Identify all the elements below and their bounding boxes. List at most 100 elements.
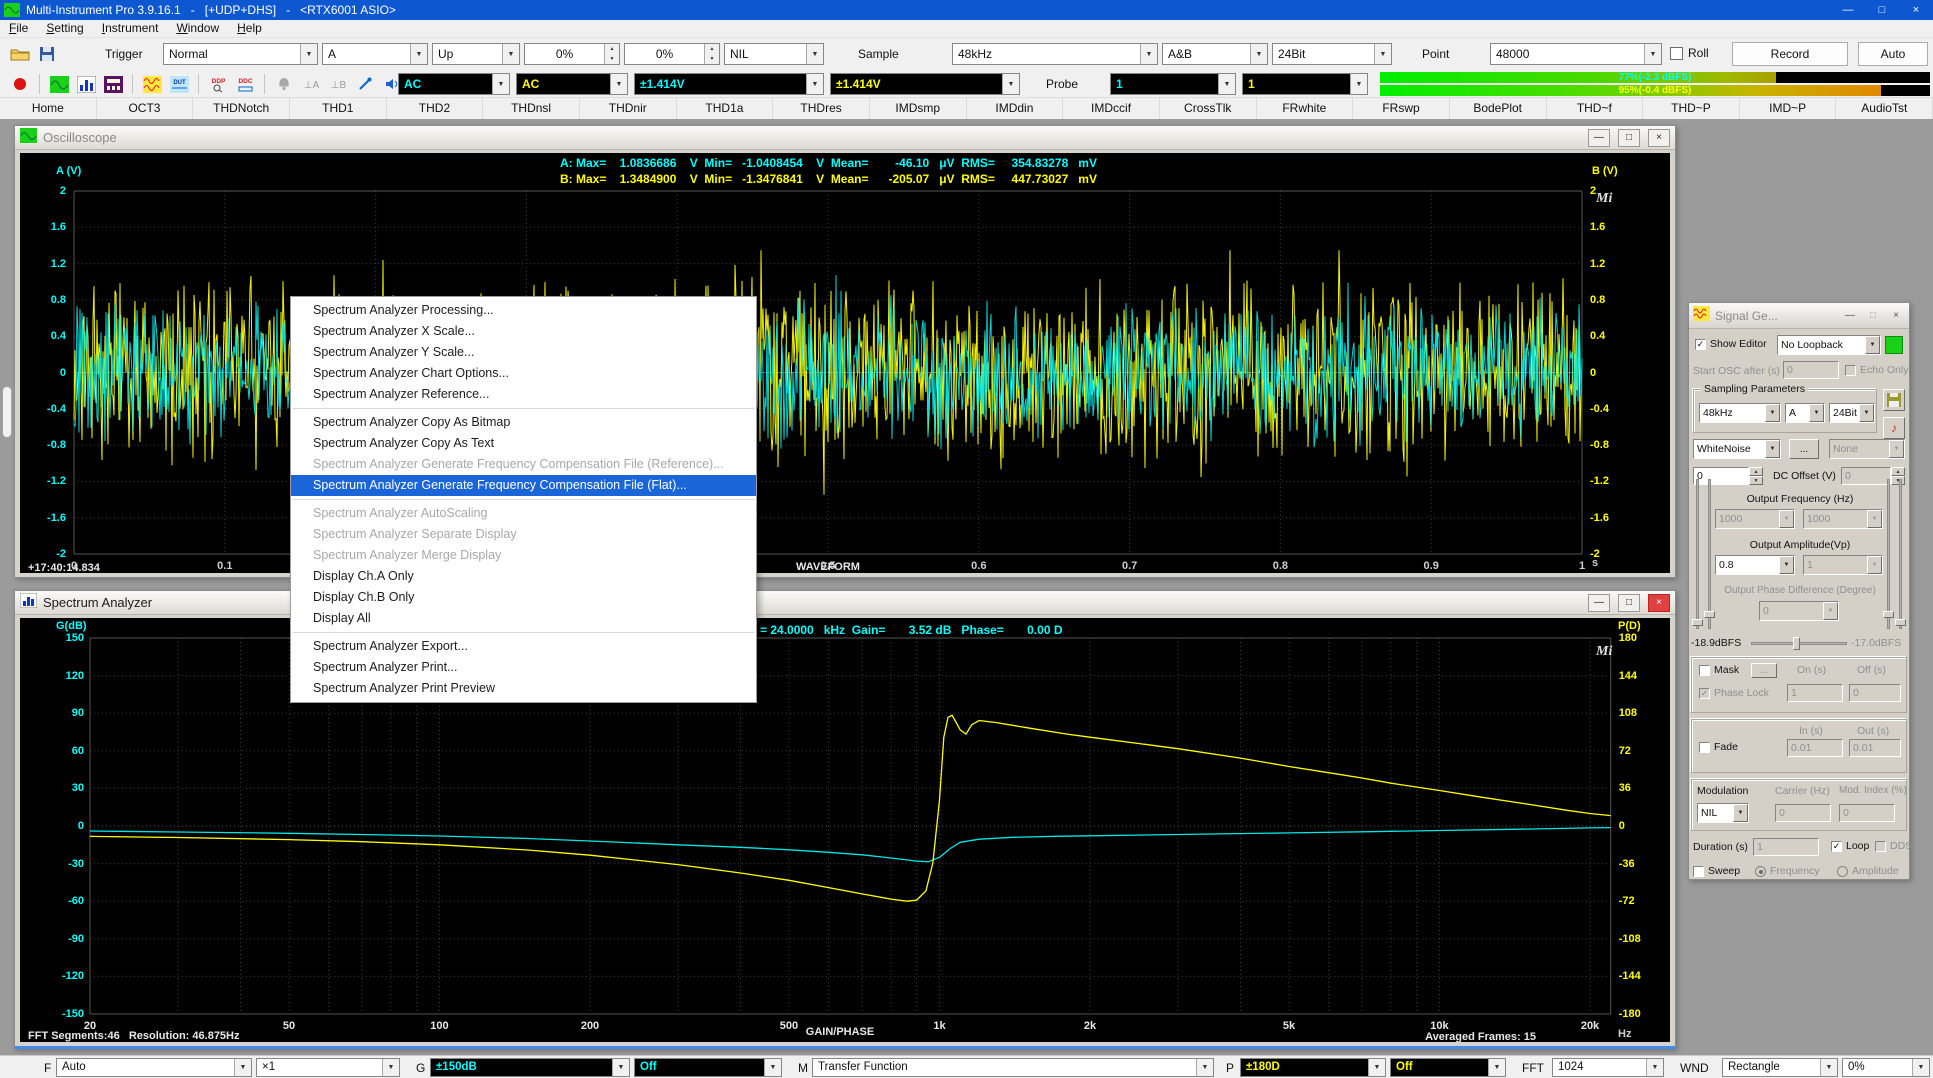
signal-generator-icon[interactable] — [140, 73, 164, 95]
oscilloscope-titlebar[interactable]: Oscilloscope — □ × — [15, 126, 1675, 150]
minimize-icon[interactable]: — — [1841, 308, 1859, 324]
close-icon[interactable]: × — [1887, 308, 1905, 324]
trigger-mode-select[interactable]: Normal▼ — [163, 43, 318, 65]
maximize-icon[interactable]: □ — [1864, 308, 1882, 324]
slider-handle[interactable] — [1704, 611, 1715, 618]
scrollbar-handle[interactable] — [2, 386, 12, 438]
close-icon[interactable]: × — [1899, 0, 1933, 20]
spectrum-analyzer-icon[interactable] — [74, 73, 98, 95]
close-icon[interactable]: × — [1648, 129, 1670, 147]
context-menu-item[interactable]: Spectrum Analyzer Copy As Bitmap — [291, 412, 756, 433]
restore-icon[interactable]: □ — [1618, 594, 1640, 612]
siggen-channel-select[interactable]: A▼ — [1785, 403, 1825, 423]
menu-file[interactable]: File — [0, 20, 37, 37]
tab-imddin[interactable]: IMDdin — [967, 98, 1064, 119]
tab-home[interactable]: Home — [0, 98, 97, 119]
alarm-icon[interactable] — [272, 73, 296, 95]
probe-calibration-icon[interactable] — [353, 73, 377, 95]
context-menu-item[interactable]: Display Ch.B Only — [291, 587, 756, 608]
phase-range-select[interactable]: ±180D▼ — [1240, 1058, 1386, 1077]
gain-range-select[interactable]: ±150dB▼ — [430, 1058, 630, 1077]
slider-handle[interactable] — [1895, 619, 1906, 626]
context-menu-item[interactable]: Display Ch.A Only — [291, 566, 756, 587]
level-slider-a-left[interactable] — [1696, 479, 1699, 629]
context-menu-item[interactable]: Spectrum Analyzer Reference... — [291, 384, 756, 405]
mask-checkbox[interactable]: Mask — [1699, 664, 1739, 676]
dc-offset-a-stepper[interactable]: ▲▼ — [1749, 467, 1763, 485]
context-menu-item[interactable]: Display All — [291, 608, 756, 629]
trigger-level-stepper[interactable]: 0%▲▼ — [524, 43, 620, 65]
tab-audiotst[interactable]: AudioTst — [1836, 98, 1933, 119]
bit-depth-select[interactable]: 24Bit▼ — [1272, 43, 1392, 65]
tab-thdnotch[interactable]: THDNotch — [193, 98, 290, 119]
minimize-icon[interactable]: — — [1588, 129, 1610, 147]
tab-thdres[interactable]: THDres — [773, 98, 870, 119]
sampling-rate-select[interactable]: 48kHz▼ — [952, 43, 1158, 65]
siggen-rate-select[interactable]: 48kHz▼ — [1699, 403, 1781, 423]
coupling-b-select[interactable]: AC▼ — [516, 73, 628, 95]
tab-frswp[interactable]: FRswp — [1353, 98, 1450, 119]
spin-down-icon[interactable]: ▼ — [605, 54, 619, 64]
context-menu-item[interactable]: Spectrum Analyzer Y Scale... — [291, 342, 756, 363]
context-menu-item[interactable]: Spectrum Analyzer Chart Options... — [291, 363, 756, 384]
tab-oct3[interactable]: OCT3 — [97, 98, 194, 119]
level-slider-b-right[interactable] — [1899, 479, 1902, 629]
slider-handle[interactable] — [1793, 637, 1800, 650]
tab-thdnsl[interactable]: THDnsl — [483, 98, 580, 119]
context-menu-item[interactable]: Spectrum Analyzer Export... — [291, 636, 756, 657]
tab-imdsmp[interactable]: IMDsmp — [870, 98, 967, 119]
gain-ref-select[interactable]: Off▼ — [634, 1058, 782, 1077]
context-menu-item[interactable]: Spectrum Analyzer Copy As Text — [291, 433, 756, 454]
dut-icon[interactable]: DUT — [167, 73, 191, 95]
ddc-icon[interactable]: DDC — [233, 73, 257, 95]
level-slider-b-left[interactable] — [1708, 479, 1711, 629]
fft-size-select[interactable]: 1024▼ — [1552, 1058, 1664, 1077]
signal-generator-titlebar[interactable]: Signal Ge... — □ × — [1689, 303, 1909, 329]
trigger-edge-select[interactable]: Up▼ — [432, 43, 520, 65]
context-menu-item[interactable]: Spectrum Analyzer Processing... — [291, 300, 756, 321]
oscilloscope-icon[interactable] — [47, 73, 71, 95]
trigger-delay-stepper[interactable]: 0%▲▼ — [624, 43, 720, 65]
music-note-button[interactable]: ♪ — [1883, 417, 1905, 439]
tab-bodeplot[interactable]: BodePlot — [1450, 98, 1547, 119]
amplitude-a-select[interactable]: 0.8▼ — [1715, 555, 1795, 575]
tab-thd2[interactable]: THD2 — [387, 98, 484, 119]
loop-checkbox[interactable]: ✓Loop — [1831, 840, 1869, 852]
loopback-select[interactable]: No Loopback▼ — [1777, 335, 1881, 355]
spin-up-icon[interactable]: ▲ — [705, 44, 719, 54]
tab-imd~p[interactable]: IMD~P — [1740, 98, 1837, 119]
coupling-a-select[interactable]: AC▼ — [398, 73, 510, 95]
menu-setting[interactable]: Setting — [37, 20, 92, 37]
maximize-icon[interactable]: □ — [1865, 0, 1899, 20]
dc-offset-a-input[interactable]: 0 — [1693, 467, 1749, 485]
auto-button[interactable]: Auto — [1858, 42, 1928, 66]
range-b-select[interactable]: ±1.414V▼ — [830, 73, 1020, 95]
context-menu-item[interactable]: Spectrum Analyzer X Scale... — [291, 321, 756, 342]
record-length-select[interactable]: 48000▼ — [1490, 43, 1662, 65]
tab-imdccif[interactable]: IMDccif — [1063, 98, 1160, 119]
close-icon[interactable]: × — [1648, 594, 1670, 612]
context-menu-item[interactable]: Spectrum Analyzer Generate Frequency Com… — [291, 475, 756, 496]
level-slider-a-right[interactable] — [1887, 479, 1890, 629]
sweep-checkbox[interactable]: Sweep — [1693, 865, 1740, 877]
spin-down-icon[interactable]: ▼ — [705, 54, 719, 64]
context-menu-item[interactable]: Spectrum Analyzer Print Preview — [291, 678, 756, 699]
ground-b-icon[interactable]: ⊥B — [326, 73, 350, 95]
multimeter-icon[interactable] — [101, 73, 125, 95]
tab-thd~p[interactable]: THD~P — [1643, 98, 1740, 119]
tab-thd1a[interactable]: THD1a — [677, 98, 774, 119]
tab-crosstlk[interactable]: CrossTlk — [1160, 98, 1257, 119]
slider-handle[interactable] — [1883, 611, 1894, 618]
open-file-icon[interactable] — [8, 43, 32, 65]
sampling-channels-select[interactable]: A&B▼ — [1162, 43, 1268, 65]
tab-thd~f[interactable]: THD~f — [1547, 98, 1644, 119]
minimize-icon[interactable]: — — [1831, 0, 1865, 20]
freq-mult-select[interactable]: ×1▼ — [256, 1058, 400, 1077]
waveform-select[interactable]: WhiteNoise▼ — [1693, 439, 1781, 459]
ddp-icon[interactable]: DDP — [206, 73, 230, 95]
output-indicator-button[interactable] — [1885, 336, 1903, 354]
record-button[interactable]: Record — [1732, 42, 1848, 66]
tab-thd1[interactable]: THD1 — [290, 98, 387, 119]
menu-window[interactable]: Window — [167, 20, 228, 37]
window-fn-select[interactable]: Rectangle▼ — [1722, 1058, 1838, 1077]
